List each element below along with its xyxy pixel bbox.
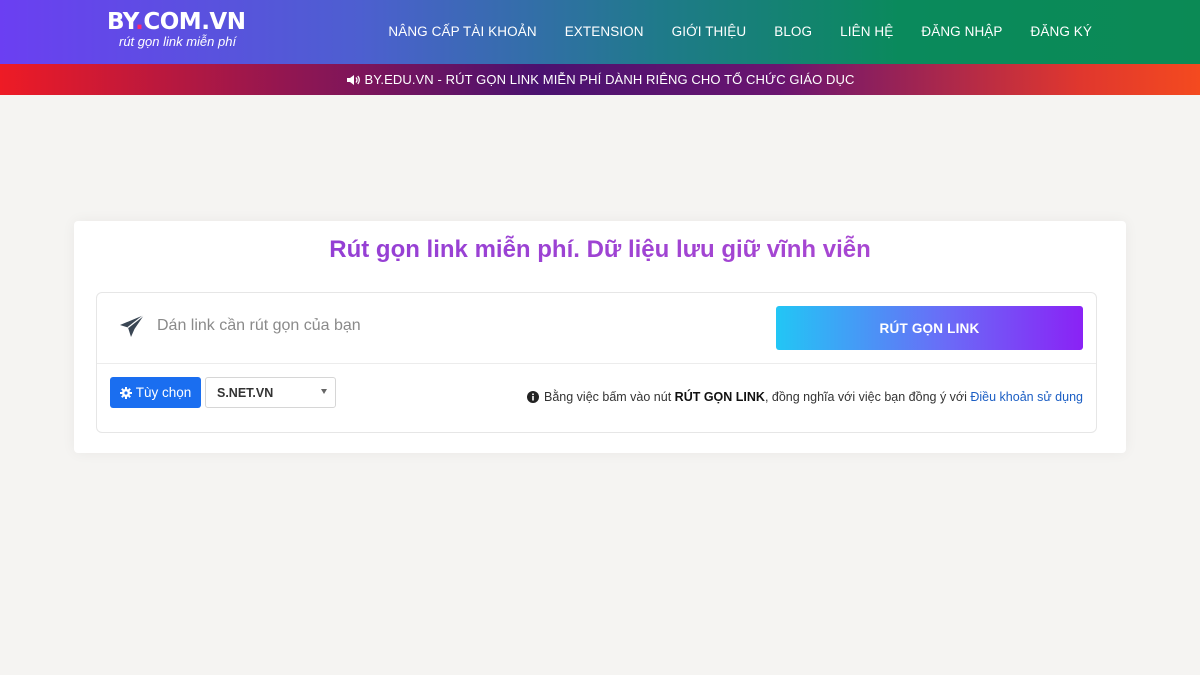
- page-title: Rút gọn link miễn phí. Dữ liệu lưu giữ v…: [74, 235, 1126, 265]
- domain-select[interactable]: S.NET.VN: [205, 377, 336, 408]
- announcement-banner[interactable]: BY.EDU.VN - RÚT GỌN LINK MIỄN PHÍ DÀNH R…: [0, 64, 1200, 95]
- domain-selected-value: S.NET.VN: [217, 386, 274, 400]
- logo-tagline: rút gọn link miễn phí: [119, 34, 237, 49]
- nav-contact[interactable]: LIÊN HỆ: [840, 24, 893, 39]
- shorten-form: RÚT GỌN LINK Tùy chọn S.NET.VN: [96, 292, 1097, 433]
- site-header: BY.COM.VN rút gọn link miễn phí NÂNG CẤP…: [0, 0, 1200, 64]
- terms-middle: , đồng nghĩa với việc bạn đồng ý với: [764, 390, 967, 404]
- options-button[interactable]: Tùy chọn: [110, 377, 201, 408]
- url-input[interactable]: [157, 309, 757, 343]
- terms-notice: Bằng việc bấm vào nút RÚT GỌN LINK, đồng…: [527, 390, 1083, 404]
- nav-extension[interactable]: EXTENSION: [565, 24, 644, 39]
- nav-blog[interactable]: BLOG: [774, 24, 812, 39]
- site-logo[interactable]: BY.COM.VN rút gọn link miễn phí: [107, 9, 247, 55]
- options-label: Tùy chọn: [135, 385, 192, 400]
- nav-upgrade-account[interactable]: NÂNG CẤP TÀI KHOẢN: [388, 24, 536, 39]
- terms-prefix: Bằng việc bấm vào nút: [544, 390, 672, 404]
- terms-of-use-link[interactable]: Điều khoản sử dụng: [970, 390, 1083, 404]
- paper-plane-icon: [120, 314, 145, 337]
- nav-about[interactable]: GIỚI THIỆU: [672, 24, 747, 39]
- title-wrap: Rút gọn link miễn phí. Dữ liệu lưu giữ v…: [74, 221, 1126, 281]
- speaker-icon: [346, 74, 360, 85]
- url-row: RÚT GỌN LINK: [97, 293, 1096, 364]
- gear-icon: [119, 386, 132, 399]
- banner-text: BY.EDU.VN - RÚT GỌN LINK MIỄN PHÍ DÀNH R…: [364, 72, 855, 87]
- main-nav: NÂNG CẤP TÀI KHOẢN EXTENSION GIỚI THIỆU …: [388, 0, 1092, 62]
- logo-wordmark: BY.COM.VN: [107, 9, 246, 35]
- nav-register[interactable]: ĐĂNG KÝ: [1031, 24, 1092, 39]
- terms-bold: RÚT GỌN LINK: [674, 390, 765, 404]
- nav-login[interactable]: ĐĂNG NHẬP: [921, 24, 1002, 39]
- info-icon: [527, 391, 540, 403]
- chevron-down-icon: [321, 389, 327, 394]
- shorten-link-button[interactable]: RÚT GỌN LINK: [776, 306, 1083, 350]
- shortener-card: Rút gọn link miễn phí. Dữ liệu lưu giữ v…: [74, 221, 1126, 453]
